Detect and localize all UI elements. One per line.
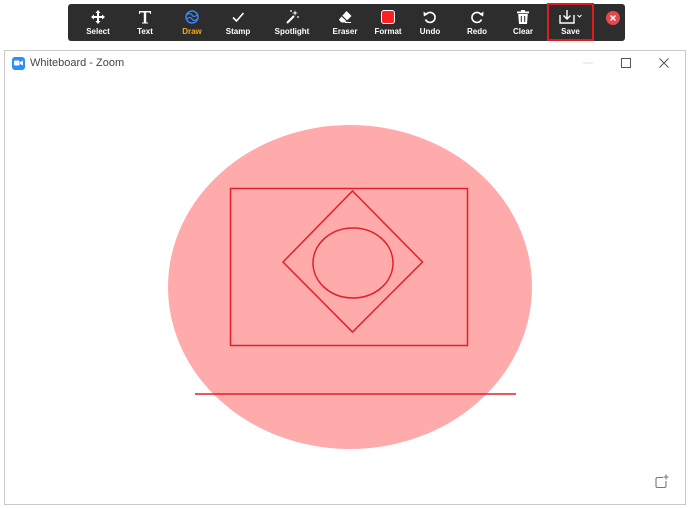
close-window-button[interactable] <box>646 51 682 75</box>
text-t-icon <box>135 8 155 26</box>
text-label: Text <box>137 27 153 36</box>
whiteboard-canvas[interactable] <box>5 75 685 504</box>
eraser-tool[interactable]: Eraser <box>328 4 362 41</box>
annotation-toolbar: Select Text Draw Stamp Spotlight Eraser … <box>68 3 625 41</box>
whiteboard-window: Whiteboard - Zoom <box>4 50 686 505</box>
select-tool[interactable]: Select <box>81 4 115 41</box>
share-icon <box>654 474 668 488</box>
select-label: Select <box>86 27 110 36</box>
redo-arrow-icon <box>467 8 487 26</box>
drawn-filled-ellipse <box>168 125 532 449</box>
draw-tool[interactable]: Draw <box>175 4 209 41</box>
undo-label: Undo <box>419 27 441 36</box>
magic-wand-icon <box>282 8 302 26</box>
spotlight-label: Spotlight <box>274 27 310 36</box>
download-icon <box>556 8 586 26</box>
stamp-tool[interactable]: Stamp <box>221 4 255 41</box>
eraser-label: Eraser <box>332 27 358 36</box>
eraser-icon <box>335 8 355 26</box>
redo-label: Redo <box>467 27 487 36</box>
checkmark-icon <box>228 8 248 26</box>
window-title: Whiteboard - Zoom <box>30 57 125 69</box>
format-swatch <box>381 10 395 24</box>
trash-icon <box>513 8 533 26</box>
share-whiteboard-button[interactable] <box>652 472 670 490</box>
move-arrows-icon <box>88 8 108 26</box>
maximize-button[interactable] <box>608 51 644 75</box>
clear-tool[interactable]: Clear <box>506 4 540 41</box>
zoom-app-icon <box>12 56 25 70</box>
save-label: Save <box>561 27 580 36</box>
color-swatch-icon <box>378 8 398 26</box>
undo-arrow-icon <box>420 8 440 26</box>
redo-tool[interactable]: Redo <box>460 4 494 41</box>
close-icon <box>659 58 669 68</box>
format-tool[interactable]: Format <box>370 4 406 41</box>
text-tool[interactable]: Text <box>128 4 162 41</box>
screen: Select Text Draw Stamp Spotlight Eraser … <box>0 0 690 508</box>
clear-label: Clear <box>512 27 533 36</box>
close-toolbar-button[interactable] <box>606 11 620 25</box>
undo-tool[interactable]: Undo <box>413 4 447 41</box>
spotlight-tool[interactable]: Spotlight <box>268 4 316 41</box>
close-icon <box>610 15 616 21</box>
draw-squiggle-icon <box>182 8 202 26</box>
draw-label: Draw <box>182 27 202 36</box>
minimize-button[interactable] <box>570 51 606 75</box>
stamp-label: Stamp <box>225 27 251 36</box>
minimize-icon <box>583 62 593 64</box>
maximize-icon <box>621 58 631 68</box>
title-bar[interactable]: Whiteboard - Zoom <box>5 51 685 75</box>
format-label: Format <box>374 27 402 36</box>
save-tool[interactable]: Save <box>549 4 592 41</box>
